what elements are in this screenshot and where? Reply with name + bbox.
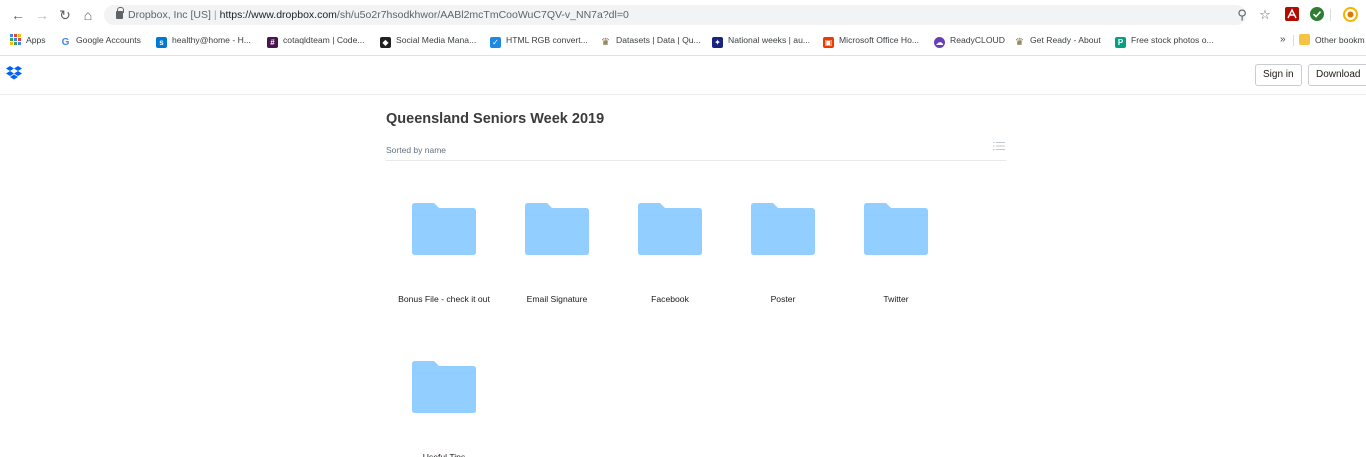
address-bar-text[interactable]: Dropbox, Inc [US] | https://www.dropbox.co…: [128, 8, 629, 22]
office-icon: ▣: [823, 37, 834, 48]
folder-item[interactable]: Poster: [728, 203, 838, 313]
bookmark-label: Other bookm: [1315, 35, 1365, 45]
folder-name: Poster: [770, 294, 796, 304]
slack-icon: #: [267, 37, 278, 48]
bookmark-other-bookmarks[interactable]: Other bookm: [1299, 32, 1365, 48]
reload-icon[interactable]: ↻: [57, 7, 73, 23]
site-identity: Dropbox, Inc [US]: [128, 9, 211, 21]
bookmark-html-rgb[interactable]: ✓ HTML RGB convert...: [490, 32, 588, 48]
bookmarks-divider: [1293, 35, 1294, 46]
bookmark-label: healthy@home - H...: [172, 35, 251, 45]
bookmark-google-accounts[interactable]: G Google Accounts: [60, 32, 141, 48]
hootsuite-icon: ◆: [380, 37, 391, 48]
toolbar-divider: [1330, 9, 1331, 21]
folder-icon: [864, 203, 928, 255]
readycloud-icon: ☁: [934, 37, 945, 48]
zoom-icon[interactable]: ⚲: [1234, 7, 1250, 23]
flag-icon: ✦: [712, 37, 723, 48]
folder-name: Twitter: [883, 294, 909, 304]
star-bookmark-icon[interactable]: ☆: [1257, 7, 1273, 23]
url-host: https://www.dropbox.com: [219, 9, 337, 21]
folder-item[interactable]: Facebook: [615, 203, 725, 313]
bookmark-label: ReadyCLOUD: [950, 35, 1005, 45]
bookmark-label: cotaqldteam | Code...: [283, 35, 365, 45]
bookmarks-bar: Apps G Google Accounts s healthy@home - H.…: [0, 30, 1366, 50]
bookmark-label: Social Media Mana...: [396, 35, 477, 45]
sign-in-button[interactable]: Sign in: [1255, 64, 1302, 86]
sort-label[interactable]: Sorted by name: [386, 144, 446, 156]
bookmark-microsoft-office[interactable]: ▣ Microsoft Office Ho...: [823, 32, 919, 48]
pexels-icon: P: [1115, 37, 1126, 48]
folder-item[interactable]: Email Signature: [502, 203, 612, 313]
header-divider: [0, 94, 1366, 95]
list-view-icon[interactable]: [993, 140, 1005, 152]
folder-icon: [751, 203, 815, 255]
bookmark-national-weeks[interactable]: ✦ National weeks | au...: [712, 32, 810, 48]
folder-item[interactable]: Bonus File - check it out: [389, 203, 499, 313]
folder-icon: [1299, 34, 1310, 45]
dropbox-logo-icon[interactable]: [6, 66, 22, 80]
folder-item[interactable]: Useful Tips: [389, 361, 499, 457]
apps-grid-icon: [10, 34, 21, 45]
bookmark-label: Free stock photos o...: [1131, 35, 1214, 45]
bookmark-social-media[interactable]: ◆ Social Media Mana...: [380, 32, 476, 48]
folder-icon: [412, 203, 476, 255]
profile-avatar-icon[interactable]: [1342, 7, 1358, 23]
bookmark-datasets[interactable]: ♛ Datasets | Data | Qu...: [600, 32, 701, 48]
bookmark-label: HTML RGB convert...: [506, 35, 588, 45]
folder-item[interactable]: Twitter: [841, 203, 951, 313]
browser-chrome: ← → ↻ ⌂ Dropbox, Inc [US] | https://www.dr…: [0, 0, 1366, 56]
bookmark-free-stock-photos[interactable]: P Free stock photos o...: [1115, 32, 1214, 48]
sharepoint-icon: s: [156, 37, 167, 48]
folder-name: Facebook: [651, 294, 689, 304]
checkbox-favicon-icon: ✓: [490, 37, 501, 48]
bookmark-label: Datasets | Data | Qu...: [616, 35, 701, 45]
forward-arrow-icon[interactable]: →: [34, 7, 50, 23]
folder-name: Bonus File - check it out: [398, 294, 490, 304]
crest-icon: ♛: [1015, 37, 1024, 48]
bookmark-label: Get Ready - About: [1030, 35, 1101, 45]
address-bar[interactable]: Dropbox, Inc [US] | https://www.dropbox.co…: [104, 5, 1246, 25]
bookmark-cotaqldteam[interactable]: # cotaqldteam | Code...: [267, 32, 365, 48]
google-icon: G: [61, 37, 70, 48]
folder-icon: [638, 203, 702, 255]
bookmark-apps[interactable]: Apps: [10, 32, 46, 48]
download-button[interactable]: Download: [1308, 64, 1366, 86]
browser-toolbar: ← → ↻ ⌂ Dropbox, Inc [US] | https://www.dr…: [0, 3, 1366, 27]
url-path: /sh/u5o2r7hsodkhwor/AABl2mcTmCooWuC7QV-v…: [336, 9, 629, 21]
acrobat-extension-icon[interactable]: [1284, 7, 1300, 23]
bookmark-label: Google Accounts: [76, 35, 141, 45]
folder-icon: [412, 361, 476, 413]
crest-icon: ♛: [601, 37, 610, 48]
bookmark-get-ready[interactable]: ♛ Get Ready - About: [1014, 32, 1101, 48]
folder-name: Useful Tips: [422, 452, 466, 457]
bookmark-readycloud[interactable]: ☁ ReadyCLOUD: [934, 32, 1005, 48]
page-title: Queensland Seniors Week 2019: [386, 111, 605, 127]
home-icon[interactable]: ⌂: [80, 7, 96, 23]
sort-divider: [386, 160, 1006, 161]
folder-icon: [525, 203, 589, 255]
bookmark-label: Microsoft Office Ho...: [839, 35, 920, 45]
bookmarks-overflow-button[interactable]: »: [1280, 32, 1286, 48]
bookmark-healthy-at-home[interactable]: s healthy@home - H...: [156, 32, 251, 48]
back-arrow-icon[interactable]: ←: [10, 7, 26, 23]
bookmark-label: National weeks | au...: [728, 35, 811, 45]
address-separator: |: [213, 9, 217, 21]
folder-name: Email Signature: [526, 294, 588, 304]
check-extension-icon[interactable]: [1309, 7, 1325, 23]
bookmark-label: Apps: [26, 35, 46, 45]
lock-icon: [116, 7, 124, 19]
